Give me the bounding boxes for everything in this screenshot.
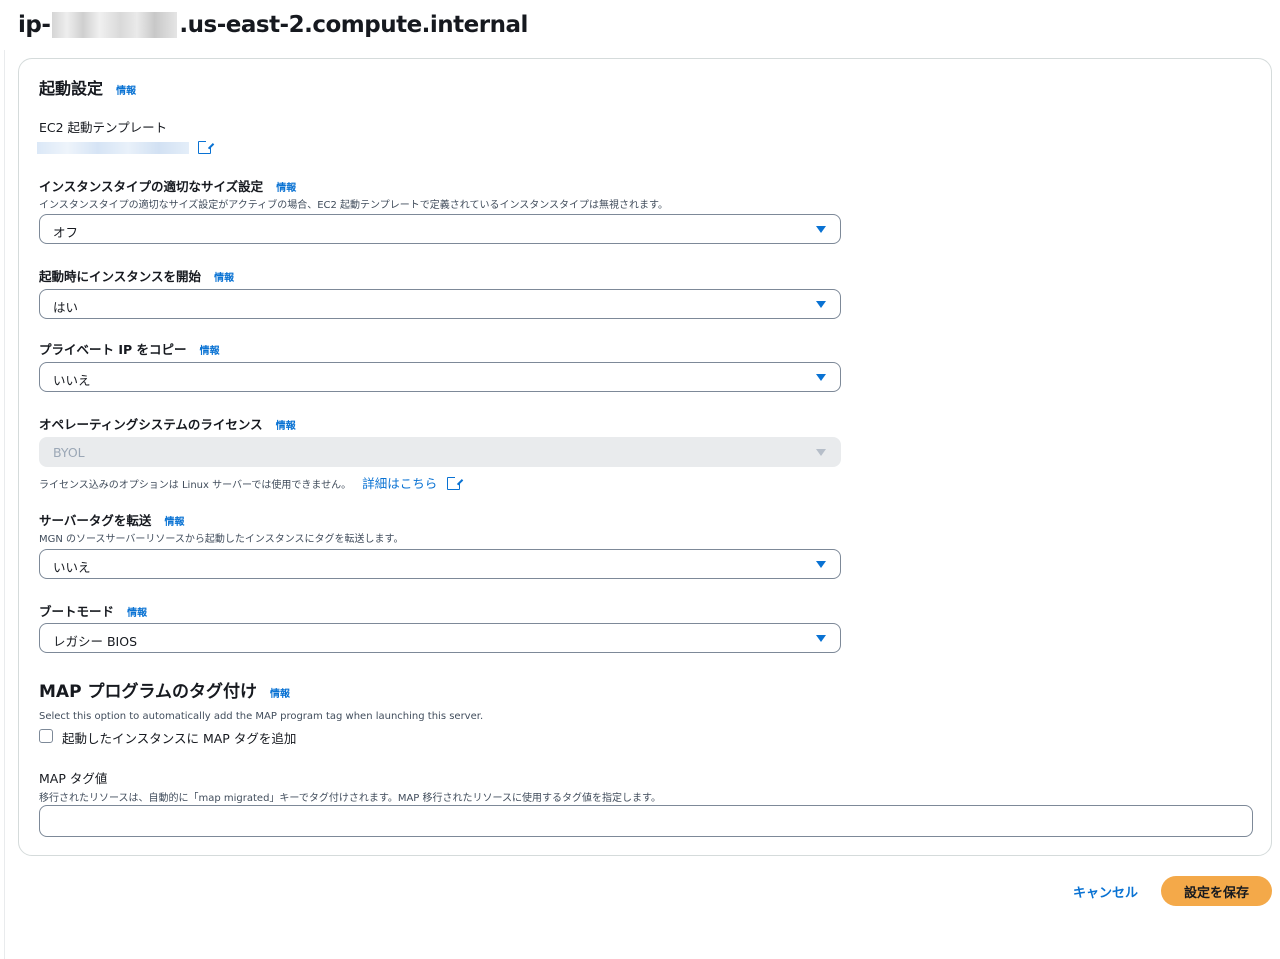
learn-more-link[interactable]: 詳細はこちら [362, 476, 437, 491]
map-tagging-description: Select this option to automatically add … [39, 711, 484, 722]
redacted-ip [52, 12, 178, 38]
transfer-tags-description: MGN のソースサーバーリソースから起動したインスタンスにタグを転送します。 [39, 534, 404, 545]
title-prefix: ip- [18, 12, 51, 38]
caret-down-icon [816, 226, 826, 233]
rightsizing-select[interactable]: オフ [39, 214, 841, 244]
info-link[interactable]: 情報 [127, 608, 147, 619]
transfer-tags-value: いいえ [53, 560, 91, 575]
transfer-tags-header: サーバータグを転送 情報 [39, 510, 184, 529]
rightsizing-value: オフ [53, 225, 79, 240]
copy-private-ip-label: プライベート IP をコピー [39, 342, 187, 357]
section-header: 起動設定 情報 [39, 75, 136, 99]
map-tag-checkbox-label[interactable]: 起動したインスタンスに MAP タグを追加 [62, 728, 296, 747]
caret-down-icon [816, 449, 826, 456]
boot-mode-label: ブートモード [39, 604, 115, 619]
left-rule [4, 50, 5, 959]
start-on-launch-header: 起動時にインスタンスを開始 情報 [39, 266, 234, 285]
boot-mode-header: ブートモード 情報 [39, 601, 147, 620]
os-license-note-row: ライセンス込みのオプションは Linux サーバーでは使用できません。 詳細はこ… [39, 473, 463, 492]
ec2-template-label: EC2 起動テンプレート [39, 120, 168, 135]
os-license-label: オペレーティングシステムのライセンス [39, 417, 263, 432]
copy-private-ip-value: いいえ [53, 373, 91, 388]
os-license-select: BYOL [39, 437, 841, 467]
external-link-icon [198, 139, 214, 154]
info-link[interactable]: 情報 [200, 346, 220, 357]
caret-down-icon [816, 635, 826, 642]
rightsizing-header: インスタンスタイプの適切なサイズ設定 情報 [39, 176, 296, 195]
caret-down-icon [816, 374, 826, 381]
os-license-value: BYOL [53, 445, 85, 460]
start-on-launch-value: はい [53, 300, 79, 315]
boot-mode-value: レガシー BIOS [53, 634, 138, 649]
os-license-header: オペレーティングシステムのライセンス 情報 [39, 414, 296, 433]
info-link[interactable]: 情報 [164, 517, 184, 528]
info-link[interactable]: 情報 [116, 86, 136, 97]
info-link[interactable]: 情報 [214, 273, 234, 284]
cancel-button[interactable]: キャンセル [1062, 876, 1149, 906]
transfer-tags-label: サーバータグを転送 [39, 513, 152, 528]
page-title: ip- .us-east-2.compute.internal [18, 12, 528, 38]
save-settings-button[interactable]: 設定を保存 [1161, 876, 1272, 906]
boot-mode-select[interactable]: レガシー BIOS [39, 623, 841, 653]
info-link[interactable]: 情報 [276, 421, 296, 432]
caret-down-icon [816, 561, 826, 568]
transfer-tags-select[interactable]: いいえ [39, 549, 841, 579]
map-tag-value-description: 移行されたリソースは、自動的に「map migrated」キーでタグ付けされます… [39, 793, 661, 804]
rightsizing-label: インスタンスタイプの適切なサイズ設定 [39, 179, 264, 194]
ec2-template-link[interactable] [37, 137, 214, 156]
info-link[interactable]: 情報 [270, 689, 290, 700]
section-title: 起動設定 [39, 79, 104, 98]
redacted-template-name [37, 141, 189, 154]
launch-settings-panel: 起動設定 情報 EC2 起動テンプレート インスタンスタイプの適切なサイズ設定 … [18, 58, 1272, 856]
copy-private-ip-select[interactable]: いいえ [39, 362, 841, 392]
start-on-launch-label: 起動時にインスタンスを開始 [39, 269, 202, 284]
os-license-note: ライセンス込みのオプションは Linux サーバーでは使用できません。 [39, 480, 352, 491]
map-tag-value-input[interactable] [39, 805, 1253, 837]
title-suffix: .us-east-2.compute.internal [179, 12, 528, 38]
copy-private-ip-header: プライベート IP をコピー 情報 [39, 339, 220, 358]
start-on-launch-select[interactable]: はい [39, 289, 841, 319]
map-tagging-header: MAP プログラムのタグ付け 情報 [39, 677, 290, 702]
caret-down-icon [816, 301, 826, 308]
external-link-icon [447, 475, 463, 490]
map-tagging-title: MAP プログラムのタグ付け [39, 682, 257, 702]
rightsizing-description: インスタンスタイプの適切なサイズ設定がアクティブの場合、EC2 起動テンプレート… [39, 200, 669, 211]
info-link[interactable]: 情報 [276, 183, 296, 194]
map-tag-checkbox[interactable] [39, 729, 53, 743]
map-tag-value-label: MAP タグ値 [39, 771, 108, 786]
